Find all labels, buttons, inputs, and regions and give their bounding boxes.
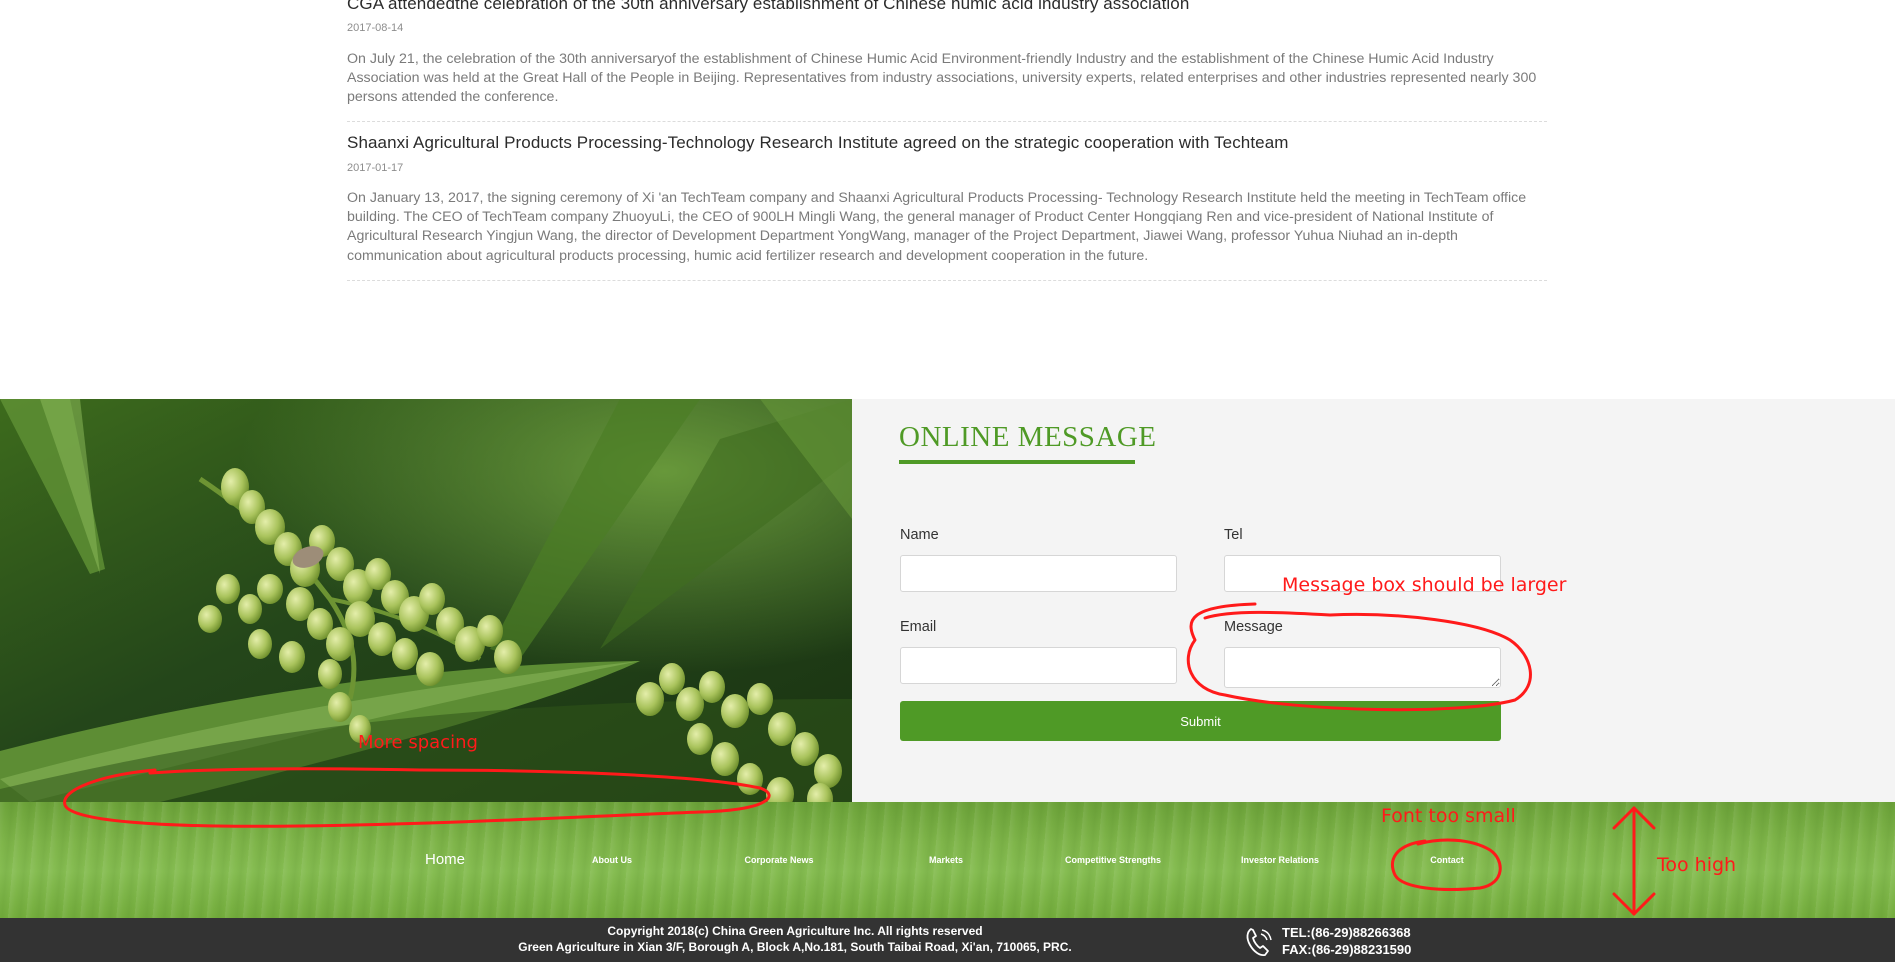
email-input[interactable] [900, 647, 1177, 684]
news-list: CGA attendedthe celebration of the 30th … [347, 0, 1547, 281]
nav-corporate-news[interactable]: Corporate News [744, 802, 813, 918]
annotation-message-box: Message box should be larger [1282, 574, 1567, 596]
tel-label: Tel [1224, 527, 1243, 543]
annotation-spacing: More spacing [358, 732, 478, 753]
news-date: 2017-08-14 [347, 22, 404, 34]
nav-investor-relations[interactable]: Investor Relations [1241, 802, 1319, 918]
annotation-font: Font too small [1381, 805, 1516, 827]
nav-competitive-strengths[interactable]: Competitive Strengths [1065, 802, 1161, 918]
footer-nav: Home About Us Corporate News Markets Com… [0, 802, 1895, 918]
phone-icon [1246, 928, 1272, 957]
message-textarea[interactable] [1224, 647, 1501, 688]
title-underline [899, 460, 1135, 464]
name-input[interactable] [900, 555, 1177, 592]
news-title-link[interactable]: CGA attendedthe celebration of the 30th … [347, 0, 1189, 14]
news-item: CGA attendedthe celebration of the 30th … [347, 0, 1547, 122]
nav-markets[interactable]: Markets [929, 802, 963, 918]
name-label: Name [900, 527, 939, 543]
news-summary: On January 13, 2017, the signing ceremon… [347, 190, 1527, 264]
news-summary: On July 21, the celebration of the 30th … [347, 51, 1537, 106]
email-label: Email [900, 619, 937, 635]
news-date: 2017-01-17 [347, 162, 404, 174]
news-title-link[interactable]: Shaanxi Agricultural Products Processing… [347, 133, 1289, 153]
submit-button[interactable]: Submit [900, 701, 1501, 741]
online-message-section: ONLINE MESSAGE Name Tel Email Message Su… [0, 399, 1895, 802]
footer-contact: TEL:(86-29)88266368 FAX:(86-29)88231590 [1282, 924, 1411, 958]
annotation-height: Too high [1657, 854, 1737, 876]
message-label: Message [1224, 619, 1283, 635]
site-footer: Copyright 2018(c) China Green Agricultur… [0, 918, 1895, 962]
form-title: ONLINE MESSAGE [899, 421, 1157, 453]
nav-home[interactable]: Home [425, 802, 465, 918]
nav-about-us[interactable]: About Us [592, 802, 632, 918]
tel-text: TEL:(86-29)88266368 [1282, 925, 1411, 940]
news-item: Shaanxi Agricultural Products Processing… [347, 122, 1547, 281]
message-form: ONLINE MESSAGE Name Tel Email Message Su… [852, 399, 1895, 802]
fax-text: FAX:(86-29)88231590 [1282, 942, 1412, 957]
